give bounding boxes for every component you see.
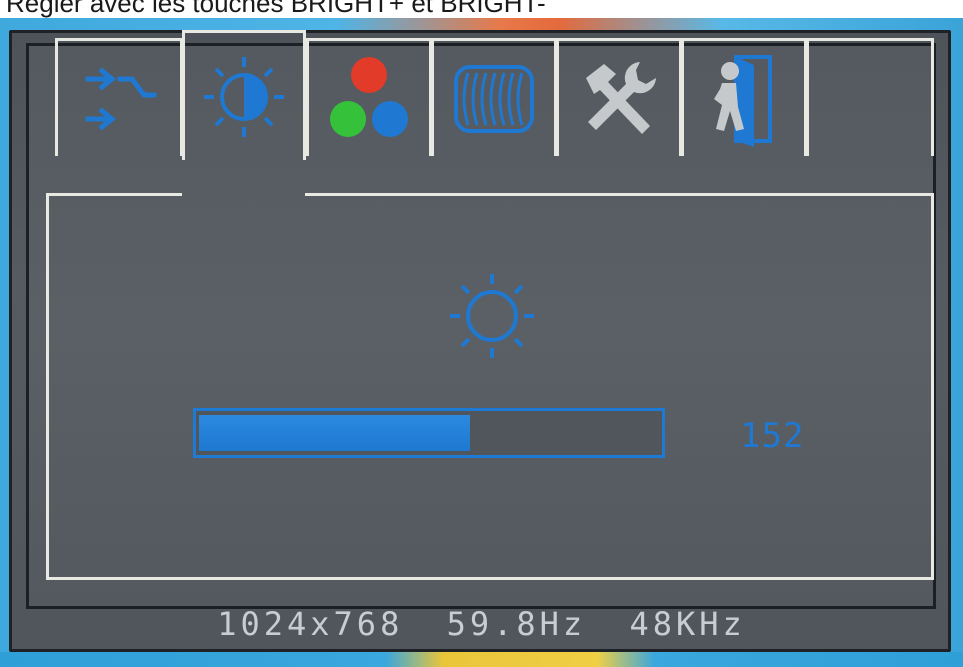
tab-exit[interactable] xyxy=(681,38,807,156)
tab-tools[interactable] xyxy=(556,38,682,156)
tab-empty[interactable] xyxy=(806,38,934,156)
desktop-bottom xyxy=(0,652,963,667)
signal-status: 1024x768 59.8Hz 48KHz xyxy=(0,605,963,643)
tools-icon xyxy=(586,61,656,134)
horizontal-frequency-label: 48KHz xyxy=(629,605,746,643)
brightness-value: 152 xyxy=(740,416,805,456)
tab-input[interactable] xyxy=(55,38,183,156)
tab-geometry[interactable] xyxy=(431,38,557,156)
input-source-icon xyxy=(85,66,157,131)
tab-color[interactable] xyxy=(306,38,432,156)
color-icon xyxy=(330,56,408,137)
brightness-contrast-icon xyxy=(204,56,284,137)
sun-icon xyxy=(450,274,534,358)
caption-strip: Régler avec les touches BRIGHT+ et BRIGH… xyxy=(0,0,963,18)
exit-icon xyxy=(714,54,772,147)
brightness-slider-fill xyxy=(199,415,470,451)
image-geometry-icon xyxy=(454,64,534,133)
brightness-slider[interactable] xyxy=(193,408,665,458)
vertical-frequency-label: 59.8Hz xyxy=(446,605,587,643)
resolution-label: 1024x768 xyxy=(217,605,404,643)
brightness-panel xyxy=(46,196,934,580)
tab-brightness[interactable] xyxy=(182,30,306,160)
caption-text: Régler avec les touches BRIGHT+ et BRIGH… xyxy=(6,0,546,18)
